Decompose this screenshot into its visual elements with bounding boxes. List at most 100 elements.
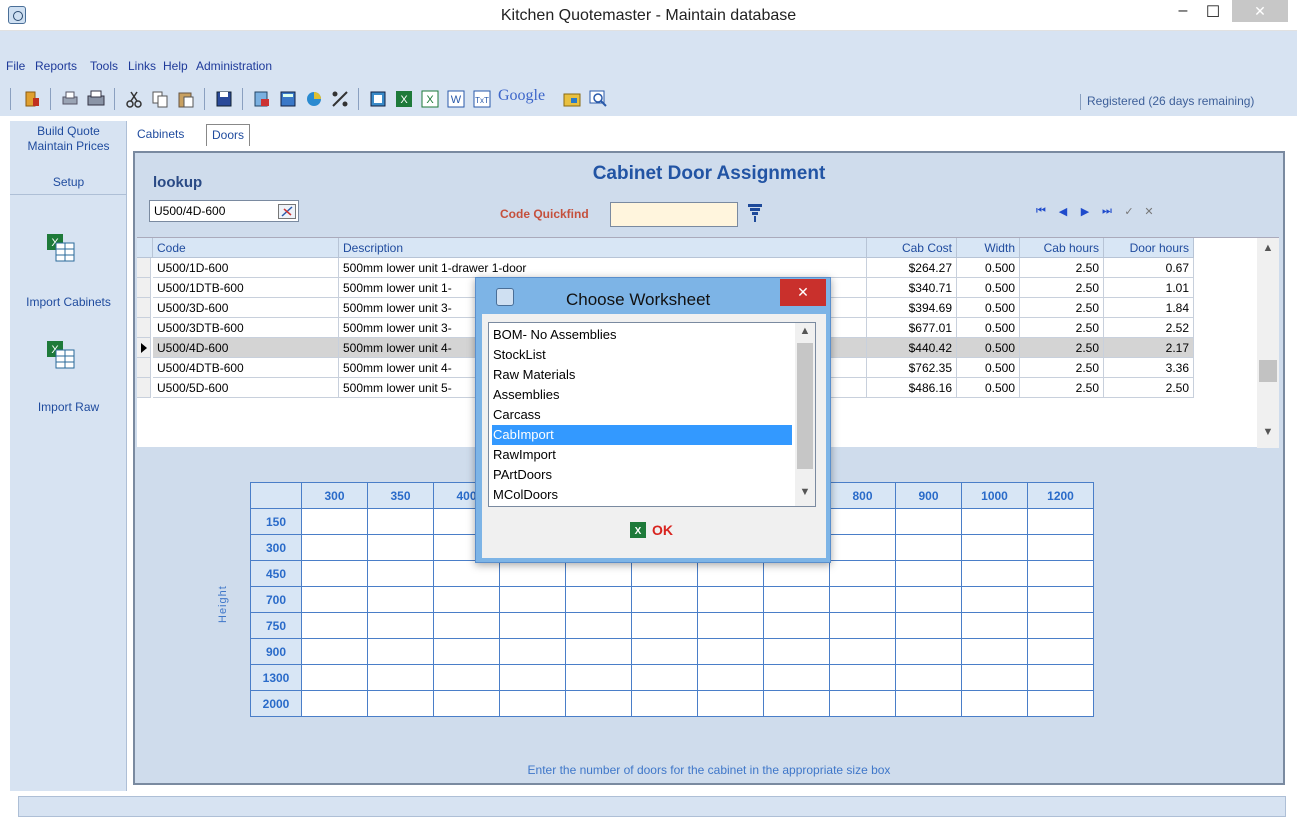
row-indicator[interactable] xyxy=(137,258,151,278)
cell-cab-hours[interactable]: 2.50 xyxy=(1020,318,1104,338)
cell-cab-cost[interactable]: $677.01 xyxy=(867,318,957,338)
cell-width[interactable]: 0.500 xyxy=(957,378,1020,398)
col-header-cab-cost[interactable]: Cab Cost xyxy=(867,238,957,258)
door-count-cell[interactable] xyxy=(433,560,500,587)
door-count-cell[interactable] xyxy=(565,690,632,717)
import-cabinets-link[interactable]: Import Cabinets xyxy=(10,295,127,309)
cell-cab-hours[interactable]: 2.50 xyxy=(1020,258,1104,278)
row-indicator[interactable] xyxy=(137,338,151,358)
report-icon[interactable] xyxy=(252,89,272,109)
google-link[interactable]: Google xyxy=(498,87,556,107)
menu-tools[interactable]: Tools xyxy=(90,59,118,73)
cell-cab-hours[interactable]: 2.50 xyxy=(1020,358,1104,378)
door-count-cell[interactable] xyxy=(895,586,962,613)
door-count-cell[interactable] xyxy=(961,664,1028,691)
worksheet-list[interactable]: MColDoors PArtDoors RawImport CabImport Carc… xyxy=(488,322,816,507)
menu-administration[interactable]: Administration xyxy=(196,59,272,73)
door-count-cell[interactable] xyxy=(499,586,566,613)
scroll-thumb[interactable] xyxy=(1259,360,1277,382)
door-count-cell[interactable] xyxy=(1027,664,1094,691)
col-header-code[interactable]: Code xyxy=(153,238,339,258)
percent-icon[interactable] xyxy=(330,89,350,109)
cell-code[interactable]: U500/1D-600 xyxy=(153,258,339,278)
door-count-cell[interactable] xyxy=(433,664,500,691)
door-count-cell[interactable] xyxy=(1027,586,1094,613)
cell-door-hours[interactable]: 1.84 xyxy=(1104,298,1194,318)
door-count-cell[interactable] xyxy=(763,612,830,639)
print-icon[interactable] xyxy=(60,89,80,109)
word-icon[interactable]: W xyxy=(446,89,466,109)
import-raw-link[interactable]: Import Raw xyxy=(10,400,127,414)
cell-code[interactable]: U500/1DTB-600 xyxy=(153,278,339,298)
door-count-cell[interactable] xyxy=(631,612,698,639)
worksheet-item[interactable]: MColDoors xyxy=(492,485,792,505)
door-count-cell[interactable] xyxy=(631,638,698,665)
worksheet-item[interactable]: RawImport xyxy=(492,445,792,465)
print-setup-icon[interactable] xyxy=(86,89,106,109)
door-count-cell[interactable] xyxy=(433,638,500,665)
door-count-cell[interactable] xyxy=(499,690,566,717)
door-count-cell[interactable] xyxy=(895,690,962,717)
cell-cab-hours[interactable]: 2.50 xyxy=(1020,278,1104,298)
paste-icon[interactable] xyxy=(176,89,196,109)
list-scroll-up-icon[interactable]: ▲ xyxy=(795,325,815,343)
door-count-cell[interactable] xyxy=(301,664,368,691)
door-count-cell[interactable] xyxy=(631,560,698,587)
cell-code[interactable]: U500/4DTB-600 xyxy=(153,358,339,378)
filter-icon[interactable] xyxy=(745,202,765,224)
door-count-cell[interactable] xyxy=(565,586,632,613)
door-count-cell[interactable] xyxy=(829,664,896,691)
worksheet-list-scrollbar[interactable]: ▲ ▼ xyxy=(795,323,815,506)
worksheet-item[interactable]: PArtDoors xyxy=(492,465,792,485)
door-count-cell[interactable] xyxy=(961,560,1028,587)
door-count-cell[interactable] xyxy=(961,586,1028,613)
col-header-width[interactable]: Width xyxy=(957,238,1020,258)
door-count-cell[interactable] xyxy=(565,612,632,639)
door-count-cell[interactable] xyxy=(829,586,896,613)
import-cabinets-excel-icon[interactable]: X xyxy=(46,233,76,263)
door-count-cell[interactable] xyxy=(301,586,368,613)
door-count-cell[interactable] xyxy=(301,690,368,717)
text-file-icon[interactable]: TxT xyxy=(472,89,492,109)
maximize-button[interactable]: ☐ xyxy=(1200,2,1226,24)
worksheet-item[interactable]: CabImport xyxy=(492,425,792,445)
door-count-cell[interactable] xyxy=(565,560,632,587)
door-count-cell[interactable] xyxy=(367,508,434,535)
next-record-icon[interactable]: ▶ xyxy=(1077,205,1093,221)
door-count-cell[interactable] xyxy=(697,638,764,665)
nav-setup[interactable]: Setup xyxy=(10,175,127,189)
door-count-cell[interactable] xyxy=(1027,508,1094,535)
row-indicator[interactable] xyxy=(137,378,151,398)
cut-icon[interactable] xyxy=(124,89,144,109)
door-count-cell[interactable] xyxy=(301,612,368,639)
door-count-cell[interactable] xyxy=(895,664,962,691)
door-count-cell[interactable] xyxy=(763,664,830,691)
door-count-cell[interactable] xyxy=(895,508,962,535)
door-count-cell[interactable] xyxy=(763,690,830,717)
close-button[interactable]: ✕ xyxy=(1232,0,1288,22)
cell-cab-hours[interactable]: 2.50 xyxy=(1020,298,1104,318)
door-count-cell[interactable] xyxy=(1027,690,1094,717)
door-count-cell[interactable] xyxy=(631,690,698,717)
menu-reports[interactable]: Reports xyxy=(35,59,77,73)
cell-cab-cost[interactable]: $394.69 xyxy=(867,298,957,318)
door-count-cell[interactable] xyxy=(697,690,764,717)
worksheet-item[interactable]: Assemblies xyxy=(492,385,792,405)
scroll-up-icon[interactable]: ▲ xyxy=(1257,242,1279,260)
list-scroll-down-icon[interactable]: ▼ xyxy=(795,486,815,504)
door-count-cell[interactable] xyxy=(301,508,368,535)
nav-build-quote[interactable]: Build Quote xyxy=(10,124,127,138)
door-count-cell[interactable] xyxy=(829,690,896,717)
door-count-cell[interactable] xyxy=(697,612,764,639)
folder-icon[interactable] xyxy=(562,89,582,109)
door-count-cell[interactable] xyxy=(763,638,830,665)
col-header-cab-hours[interactable]: Cab hours xyxy=(1020,238,1104,258)
door-count-cell[interactable] xyxy=(895,612,962,639)
door-count-cell[interactable] xyxy=(367,638,434,665)
door-count-cell[interactable] xyxy=(433,612,500,639)
cell-cab-cost[interactable]: $264.27 xyxy=(867,258,957,278)
row-indicator[interactable] xyxy=(137,358,151,378)
door-count-cell[interactable] xyxy=(895,638,962,665)
door-count-cell[interactable] xyxy=(631,586,698,613)
door-count-cell[interactable] xyxy=(829,612,896,639)
